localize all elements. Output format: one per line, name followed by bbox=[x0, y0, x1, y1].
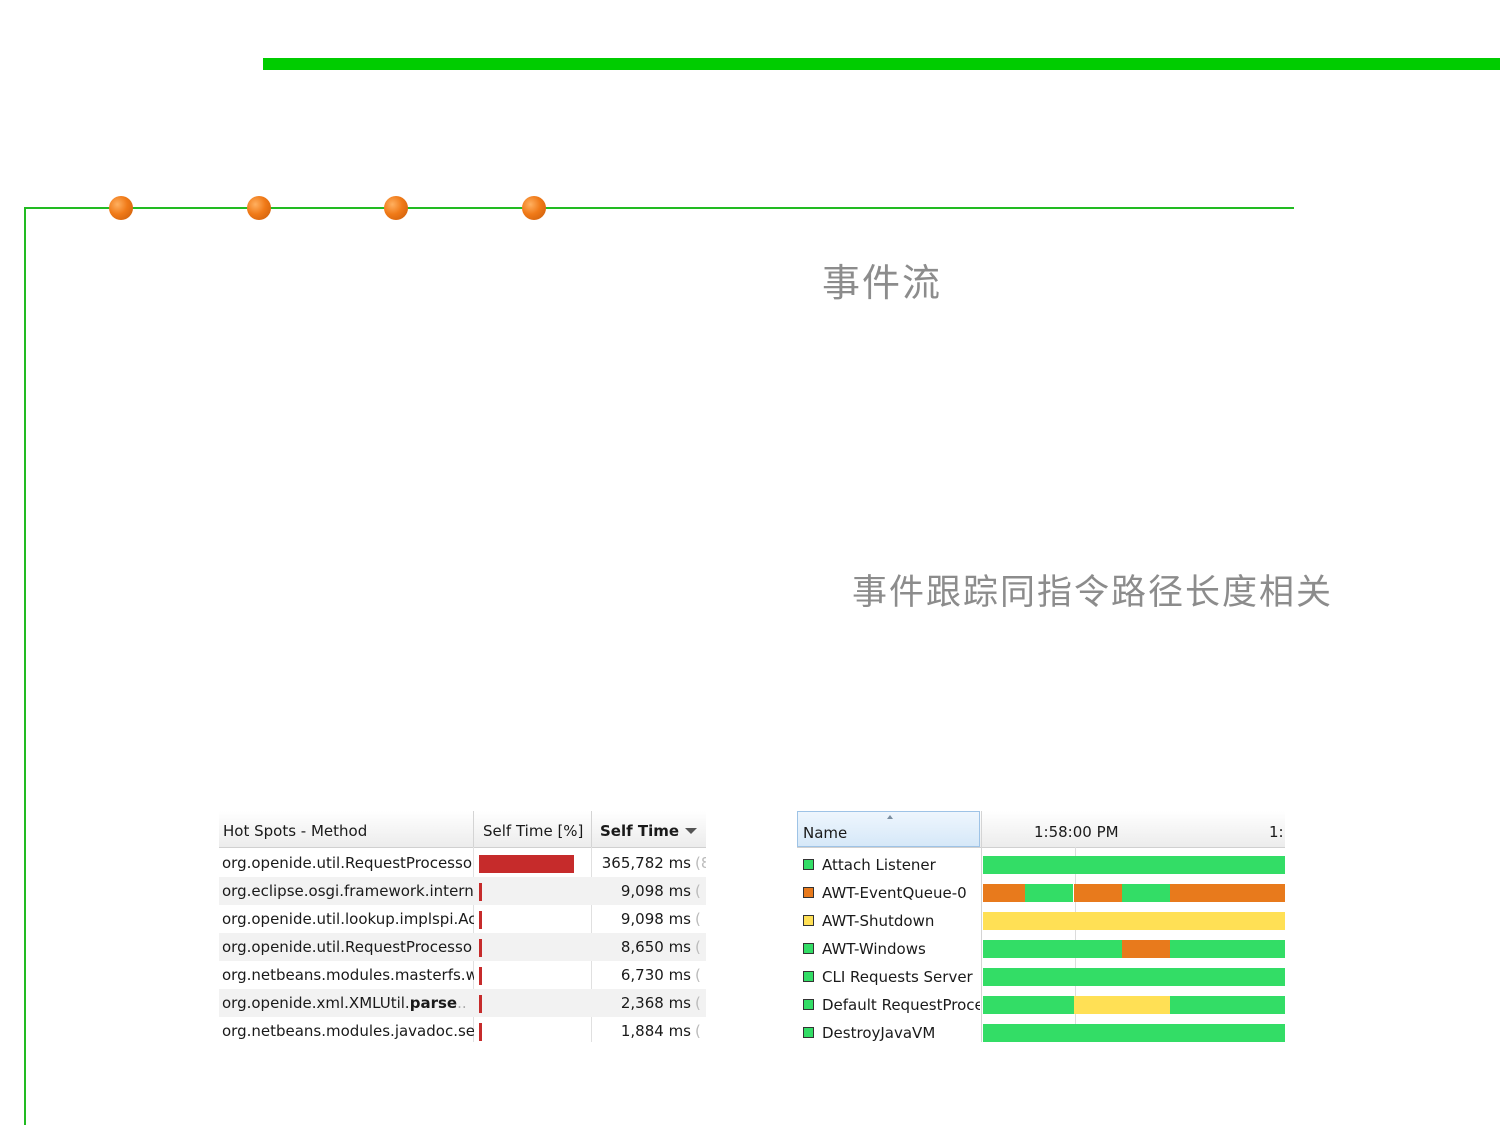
thread-name: AWT-Shutdown bbox=[822, 912, 935, 930]
table-row[interactable]: org.netbeans.modules.javadoc.se 1,884 ms( bbox=[219, 1017, 706, 1042]
method-name: org.openide.util.lookup.implspi.Ac bbox=[222, 910, 474, 928]
thread-state-segment bbox=[983, 996, 1074, 1014]
method-name: org.openide.util.RequestProcesso bbox=[222, 854, 472, 872]
threads-timeline: Name 1:58:00 PM 1: Attach Listener AWT-Ev… bbox=[797, 811, 1285, 1042]
slide-title: 事件流 bbox=[822, 261, 943, 305]
thread-state-swatch bbox=[803, 915, 814, 926]
thread-state-segment bbox=[983, 940, 1122, 958]
column-header-method[interactable]: Hot Spots - Method bbox=[223, 811, 473, 847]
thread-state-segment bbox=[1122, 940, 1170, 958]
slide-subtitle: 事件跟踪同指令路径长度相关 bbox=[852, 573, 1334, 613]
threads-header: Name 1:58:00 PM 1: bbox=[797, 811, 1285, 848]
column-header-name[interactable]: Name bbox=[797, 811, 980, 847]
self-time-bar bbox=[479, 995, 482, 1013]
self-time-bar bbox=[479, 855, 574, 873]
thread-state-swatch bbox=[803, 971, 814, 982]
thread-timeline-track bbox=[983, 912, 1285, 930]
sort-ascending-icon bbox=[887, 815, 893, 819]
thread-name: Attach Listener bbox=[822, 856, 936, 874]
thread-timeline-track bbox=[983, 1024, 1285, 1042]
self-time-value: 365,782 ms bbox=[601, 854, 691, 872]
thread-state-segment bbox=[983, 912, 1285, 930]
thread-state-segment bbox=[983, 856, 1285, 874]
thread-state-swatch bbox=[803, 943, 814, 954]
thread-state-swatch bbox=[803, 1027, 814, 1038]
thread-timeline-track bbox=[983, 968, 1285, 986]
column-header-self-time[interactable]: Self Time bbox=[600, 811, 706, 847]
thread-row[interactable]: Default RequestProce bbox=[797, 991, 1285, 1019]
thread-state-segment bbox=[1074, 884, 1122, 902]
self-time-clipped-text: ( bbox=[695, 1022, 701, 1040]
bullet-dot bbox=[109, 196, 133, 220]
table-row[interactable]: org.netbeans.modules.masterfs.w 6,730 ms( bbox=[219, 961, 706, 989]
method-name: org.openide.util.RequestProcesso bbox=[222, 938, 472, 956]
thread-timeline-track bbox=[983, 884, 1285, 902]
thread-timeline-track bbox=[983, 940, 1285, 958]
thread-name: AWT-EventQueue-0 bbox=[822, 884, 967, 902]
thread-state-segment bbox=[1074, 996, 1171, 1014]
thread-state-swatch bbox=[803, 887, 814, 898]
table-row[interactable]: org.openide.xml.XMLUtil.parse.. 2,368 ms( bbox=[219, 989, 706, 1017]
method-name: org.netbeans.modules.javadoc.se bbox=[222, 1022, 474, 1040]
thread-state-segment bbox=[1122, 884, 1170, 902]
timeline-tick-label: 1: bbox=[1269, 823, 1284, 841]
self-time-value: 6,730 ms bbox=[620, 966, 691, 984]
thread-state-swatch bbox=[803, 999, 814, 1010]
thread-state-segment bbox=[983, 884, 1025, 902]
thread-row[interactable]: Attach Listener bbox=[797, 851, 1285, 879]
timeline-tick-label: 1:58:00 PM bbox=[1034, 823, 1119, 841]
self-time-clipped-text: ( bbox=[695, 882, 701, 900]
self-time-clipped-text: ( bbox=[695, 938, 701, 956]
bullet-dot bbox=[384, 196, 408, 220]
thread-state-segment bbox=[1170, 884, 1285, 902]
self-time-clipped-text: ( bbox=[695, 966, 701, 984]
thread-row[interactable]: AWT-EventQueue-0 bbox=[797, 879, 1285, 907]
sort-descending-icon bbox=[685, 828, 698, 834]
table-row[interactable]: org.eclipse.osgi.framework.intern 9,098 m… bbox=[219, 877, 706, 905]
table-row[interactable]: org.openide.util.lookup.implspi.Ac 9,098 … bbox=[219, 905, 706, 933]
vertical-rule bbox=[24, 207, 26, 1125]
hotspots-header: Hot Spots - Method Self Time [%] Self Ti… bbox=[219, 811, 706, 848]
thread-state-segment bbox=[1025, 884, 1073, 902]
thread-state-segment bbox=[1170, 940, 1285, 958]
method-name: org.netbeans.modules.masterfs.w bbox=[222, 966, 474, 984]
self-time-value: 2,368 ms bbox=[620, 994, 691, 1012]
self-time-value: 8,650 ms bbox=[620, 938, 691, 956]
self-time-bar bbox=[479, 911, 482, 929]
self-time-value: 9,098 ms bbox=[620, 882, 691, 900]
thread-name: CLI Requests Server bbox=[822, 968, 973, 986]
thread-state-swatch bbox=[803, 859, 814, 870]
self-time-bar bbox=[479, 1023, 482, 1041]
thread-state-segment bbox=[983, 968, 1285, 986]
thread-name: DestroyJavaVM bbox=[822, 1024, 936, 1042]
hotspots-table: Hot Spots - Method Self Time [%] Self Ti… bbox=[219, 811, 706, 1042]
self-time-bar bbox=[479, 883, 482, 901]
table-row[interactable]: org.openide.util.RequestProcesso 8,650 ms… bbox=[219, 933, 706, 961]
thread-row[interactable]: AWT-Windows bbox=[797, 935, 1285, 963]
bullet-dot bbox=[247, 196, 271, 220]
thread-state-segment bbox=[983, 1024, 1285, 1042]
thread-row[interactable]: AWT-Shutdown bbox=[797, 907, 1285, 935]
method-name: org.eclipse.osgi.framework.intern bbox=[222, 882, 474, 900]
self-time-clipped-text: ( bbox=[695, 910, 701, 928]
thread-name: Default RequestProce bbox=[822, 996, 980, 1014]
thread-row[interactable]: DestroyJavaVM bbox=[797, 1019, 1285, 1042]
top-accent-bar bbox=[263, 58, 1500, 70]
column-header-self-time-percent[interactable]: Self Time [%] bbox=[483, 811, 591, 847]
thread-timeline-track bbox=[983, 996, 1285, 1014]
thread-timeline-track bbox=[983, 856, 1285, 874]
self-time-value: 9,098 ms bbox=[620, 910, 691, 928]
self-time-clipped-text: (8 bbox=[695, 854, 706, 872]
horizontal-rule bbox=[24, 207, 1294, 209]
self-time-clipped-text: ( bbox=[695, 994, 701, 1012]
table-row[interactable]: org.openide.util.RequestProcesso 365,782 … bbox=[219, 849, 706, 877]
thread-name: AWT-Windows bbox=[822, 940, 926, 958]
self-time-bar bbox=[479, 967, 482, 985]
bullet-dot bbox=[522, 196, 546, 220]
self-time-bar bbox=[479, 939, 482, 957]
self-time-value: 1,884 ms bbox=[620, 1022, 691, 1040]
thread-state-segment bbox=[1170, 996, 1285, 1014]
method-name: org.openide.xml.XMLUtil.parse.. bbox=[222, 994, 467, 1012]
thread-row[interactable]: CLI Requests Server bbox=[797, 963, 1285, 991]
